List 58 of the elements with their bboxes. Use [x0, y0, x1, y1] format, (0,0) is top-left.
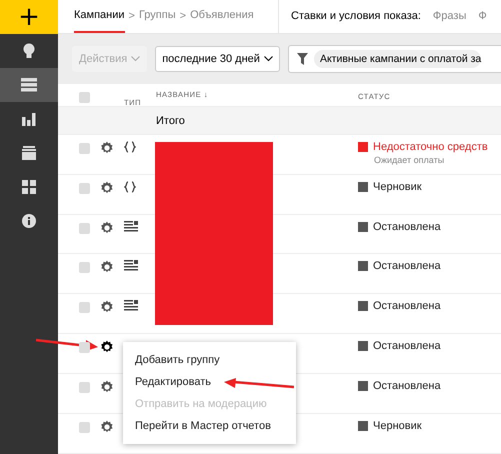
status-text: Черновик	[358, 420, 501, 432]
settings-icon[interactable]	[100, 180, 114, 195]
info-icon	[22, 214, 36, 228]
status-text: Остановлена	[358, 380, 501, 392]
row-checkbox[interactable]	[79, 262, 90, 274]
settings-icon[interactable]	[100, 420, 114, 434]
filter-field[interactable]: Активные кампании с оплатой за	[288, 44, 501, 73]
row-checkbox[interactable]	[79, 342, 90, 354]
row-checkbox[interactable]	[79, 422, 90, 434]
settings-icon[interactable]	[100, 340, 114, 354]
text-block-icon	[124, 220, 138, 233]
text-block-icon	[124, 300, 138, 312]
braces-icon	[124, 140, 136, 153]
annotation-arrow	[36, 337, 98, 351]
settings-icon[interactable]	[100, 140, 114, 155]
bar-chart-icon	[22, 112, 36, 126]
status-text: Черновик	[358, 180, 501, 193]
bulb-icon	[23, 43, 35, 59]
list-icon	[21, 78, 37, 92]
stack-icon	[22, 146, 36, 160]
row-checkbox[interactable]	[79, 222, 90, 234]
breadcrumb-separator: >	[180, 10, 186, 22]
total-label: Итого	[156, 114, 186, 127]
annotation-arrow	[224, 378, 294, 390]
bids-label: Ставки и условия показа:	[291, 10, 421, 22]
status-note: Ожидает оплаты	[373, 154, 446, 165]
row-checkbox[interactable]	[79, 182, 90, 194]
filter-icon	[296, 52, 308, 65]
sidebar-item[interactable]	[0, 68, 58, 102]
add-button[interactable]: +	[0, 0, 58, 34]
status-text: Остановлена	[358, 300, 501, 312]
settings-icon[interactable]	[100, 220, 114, 235]
braces-icon	[124, 180, 136, 193]
filter-chip[interactable]: Активные кампании с оплатой за	[314, 50, 482, 68]
menu-item[interactable]: Перейти в Мастер отчетов	[123, 415, 296, 437]
caret-icon	[131, 56, 140, 62]
select-all-checkbox[interactable]	[79, 92, 90, 103]
bids-tab[interactable]: Ф	[478, 10, 487, 22]
caret-icon	[264, 56, 273, 62]
breadcrumb-separator: >	[128, 10, 135, 22]
text-block-icon	[124, 260, 138, 272]
status-text: Остановлена	[358, 340, 501, 352]
row-checkbox[interactable]	[79, 382, 90, 394]
status-text: Остановлена	[358, 260, 501, 272]
status-text: Недостаточно средств	[358, 140, 501, 153]
breadcrumb-tab[interactable]: Группы	[138, 0, 176, 33]
grid-icon	[22, 180, 36, 194]
menu-item[interactable]: Добавить группу	[123, 349, 296, 371]
breadcrumb-tab[interactable]: Объявления	[190, 0, 254, 33]
settings-icon[interactable]	[100, 380, 114, 394]
status-text: Остановлена	[358, 220, 501, 233]
settings-icon[interactable]	[100, 260, 114, 274]
bids-tab[interactable]: Фразы	[432, 10, 466, 22]
settings-icon[interactable]	[100, 300, 114, 314]
row-checkbox[interactable]	[79, 142, 90, 154]
row-checkbox[interactable]	[79, 302, 90, 314]
menu-item[interactable]: Редактировать	[123, 371, 296, 393]
period-dropdown[interactable]: последние 30 дней	[155, 46, 280, 72]
